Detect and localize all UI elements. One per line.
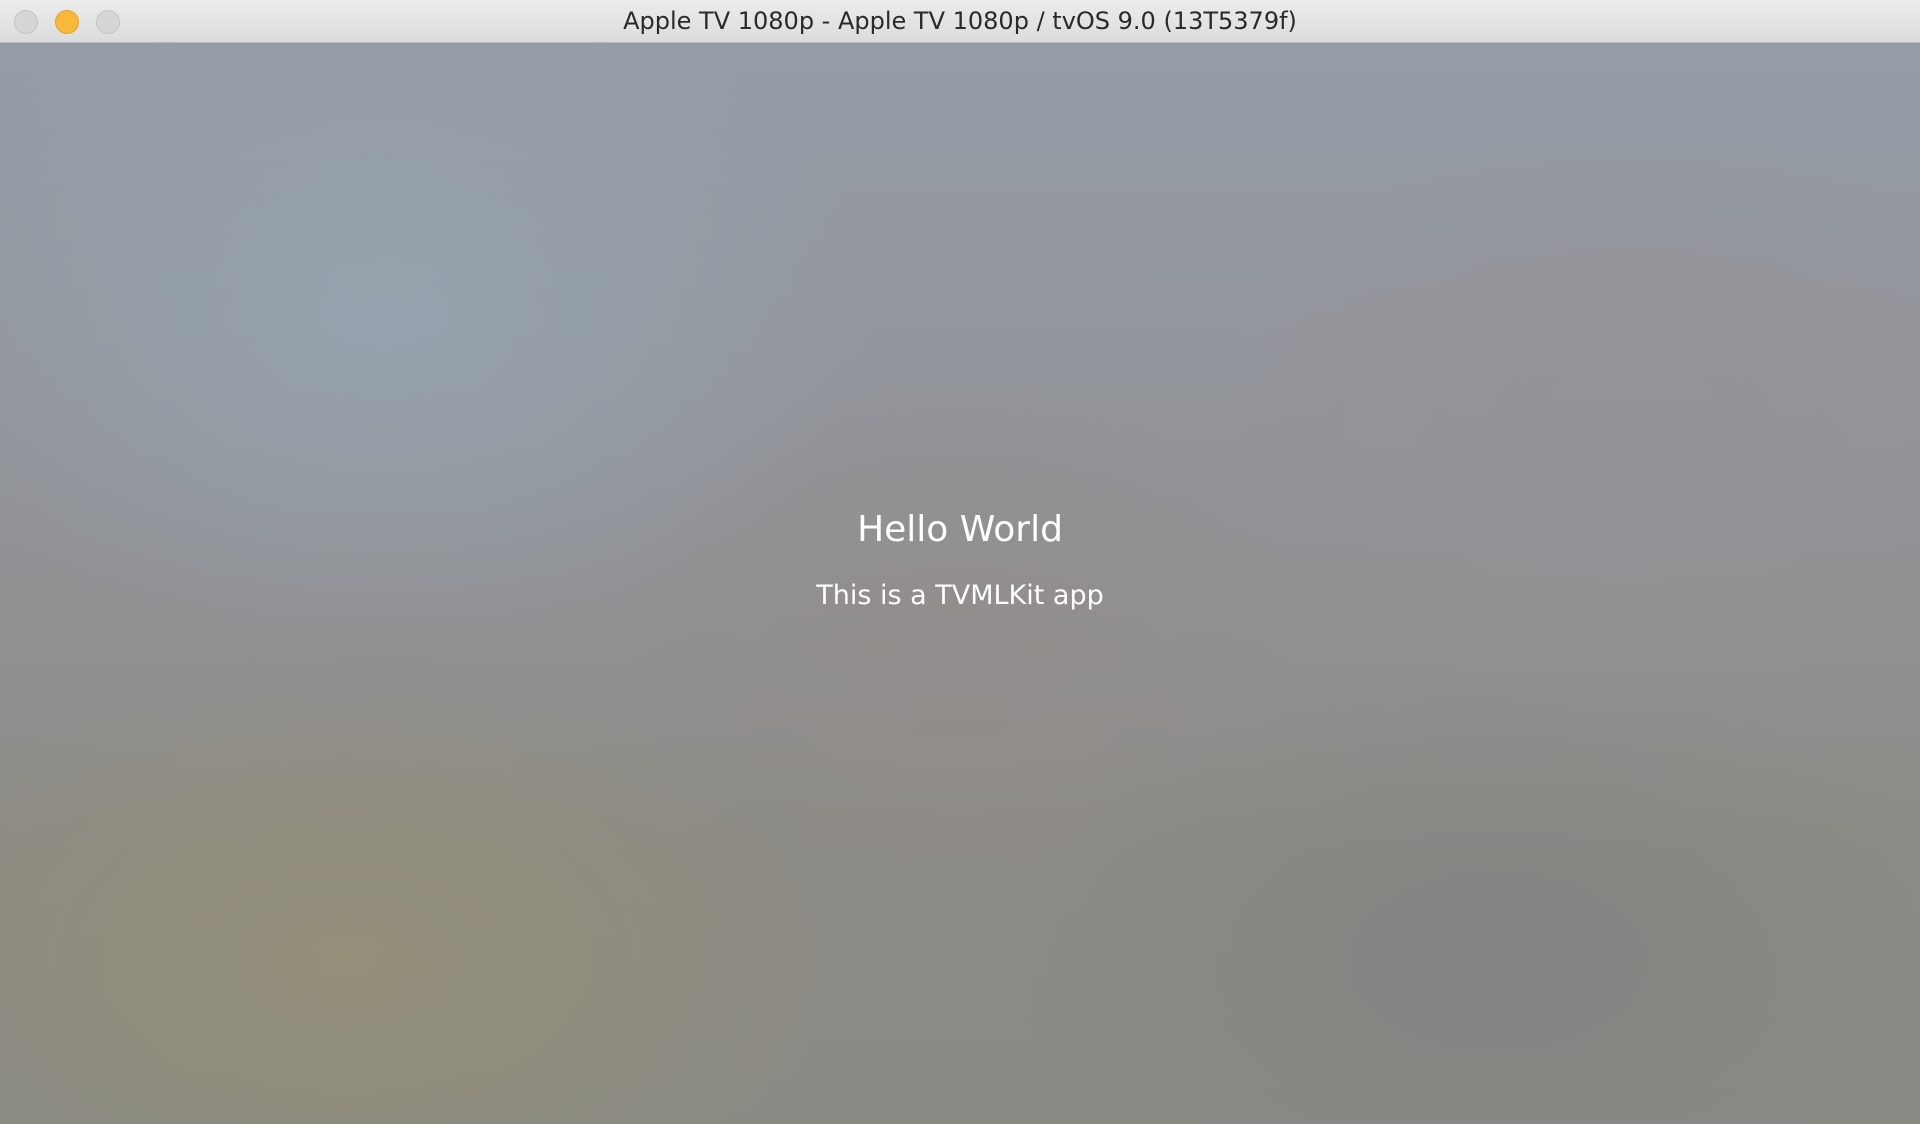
tv-screen: Hello World This is a TVMLKit app [0, 43, 1920, 1124]
title-bar[interactable]: Apple TV 1080p - Apple TV 1080p / tvOS 9… [0, 0, 1920, 43]
simulator-window: Apple TV 1080p - Apple TV 1080p / tvOS 9… [0, 0, 1920, 1124]
app-heading: Hello World [857, 509, 1063, 550]
app-subtitle: This is a TVMLKit app [816, 580, 1104, 611]
window-title: Apple TV 1080p - Apple TV 1080p / tvOS 9… [623, 7, 1297, 35]
app-content: Hello World This is a TVMLKit app [0, 508, 1920, 613]
